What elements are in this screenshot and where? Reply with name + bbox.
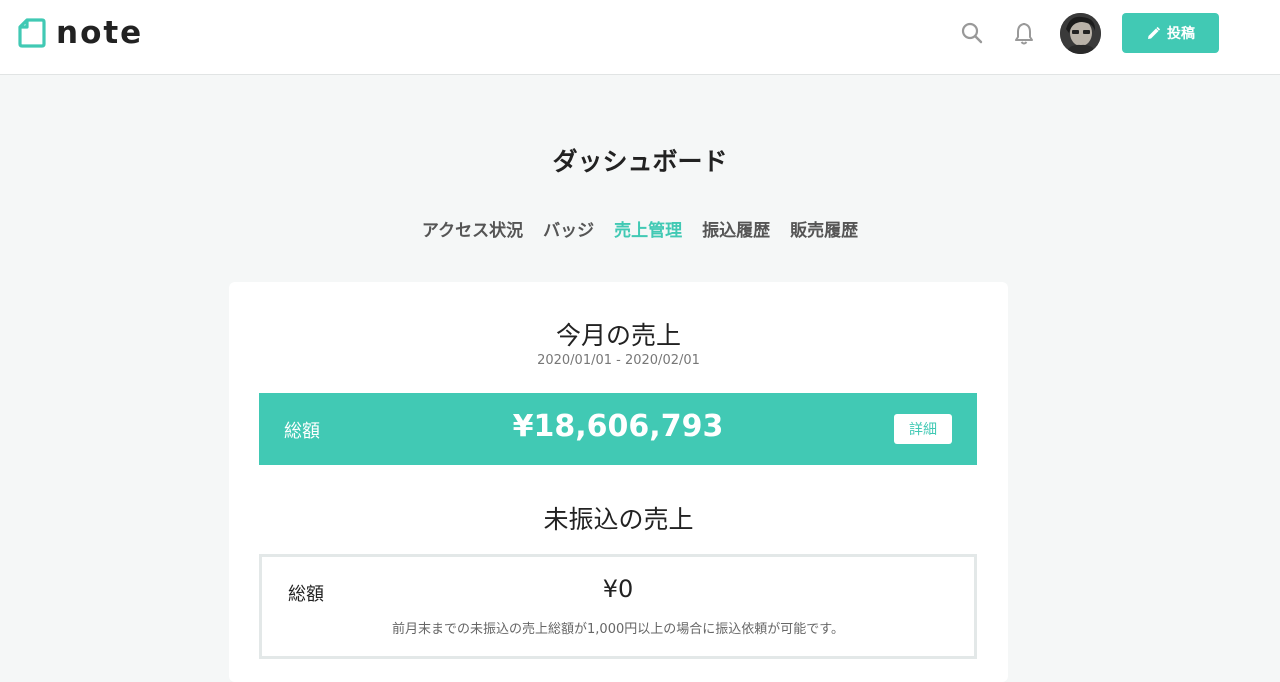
page-title: ダッシュボード (552, 147, 728, 176)
avatar-image (1060, 13, 1101, 54)
monthly-sales-title: 今月の売上 (555, 321, 681, 350)
search-icon[interactable] (959, 20, 985, 46)
monthly-total-bar: 総額 ¥18,606,793 詳細 (259, 393, 977, 465)
unpaid-sales-title: 未振込の売上 (543, 505, 694, 534)
logo-text: note (56, 15, 144, 51)
tab-badge[interactable]: バッジ (543, 219, 594, 243)
top-header: note 投稿 (0, 0, 1280, 75)
post-button-label: 投稿 (1167, 26, 1195, 42)
tab-access[interactable]: アクセス状況 (422, 219, 523, 243)
monthly-total-value: ¥18,606,793 (512, 409, 724, 444)
avatar[interactable] (1060, 13, 1101, 54)
tab-sales[interactable]: 売上管理 (614, 219, 682, 243)
detail-button[interactable]: 詳細 (894, 414, 952, 444)
note-logo[interactable]: note (18, 15, 144, 51)
unpaid-total-value: ¥0 (602, 575, 634, 603)
post-button[interactable]: 投稿 (1122, 13, 1219, 53)
sales-period: 2020/01/01 - 2020/02/01 (537, 353, 700, 368)
tab-purchase-history[interactable]: 販売履歴 (790, 219, 858, 243)
unpaid-total-box: 総額 ¥0 前月末までの未振込の売上総額が1,000円以上の場合に振込依頼が可能… (259, 554, 977, 659)
sales-card: 今月の売上 2020/01/01 - 2020/02/01 総額 ¥18,606… (229, 282, 1008, 682)
dashboard-tabs: アクセス状況 バッジ 売上管理 振込履歴 販売履歴 (0, 219, 1280, 243)
note-logo-icon (18, 18, 46, 48)
pencil-icon (1148, 26, 1161, 39)
tab-transfer-history[interactable]: 振込履歴 (702, 219, 770, 243)
unpaid-note: 前月末までの未振込の売上総額が1,000円以上の場合に振込依頼が可能です。 (392, 622, 844, 637)
bell-icon[interactable] (1011, 20, 1037, 46)
